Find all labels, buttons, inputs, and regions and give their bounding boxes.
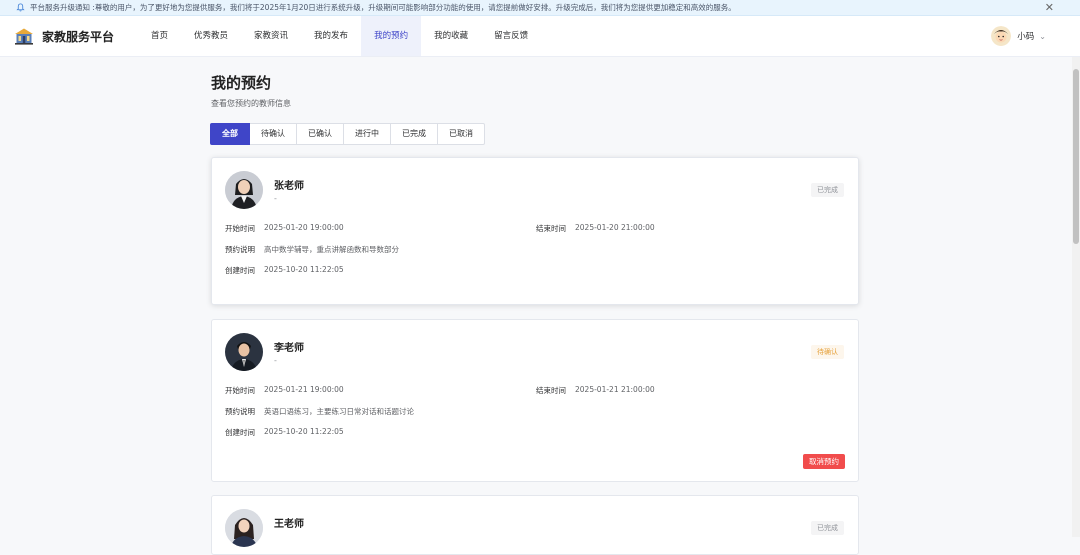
teacher-avatar — [225, 509, 263, 547]
status-badge: 已完成 — [811, 521, 844, 535]
chevron-down-icon: ⌄ — [1039, 31, 1046, 41]
user-avatar — [991, 26, 1012, 46]
description-value: 英语口语练习，主要练习日常对话和话题讨论 — [264, 407, 414, 416]
nav-home[interactable]: 首页 — [138, 16, 181, 56]
created-time-label: 创建时间 — [225, 428, 255, 437]
top-header: 家教服务平台 首页 优秀教员 家教资讯 我的发布 我的预约 我的收藏 留言反馈 … — [0, 16, 1080, 57]
nav-my-appointments[interactable]: 我的预约 — [361, 16, 422, 56]
page-subtitle: 查看您预约的教师信息 — [211, 99, 291, 108]
teacher-name: 李老师 — [274, 343, 304, 354]
teacher-subject: - — [274, 356, 277, 365]
tab-confirmed[interactable]: 已确认 — [297, 123, 344, 145]
description-value: 高中数学辅导，重点讲解函数和导数部分 — [264, 245, 399, 254]
status-filter-tabs: 全部 待确认 已确认 进行中 已完成 已取消 — [210, 123, 485, 145]
created-time-value: 2025-10-20 11:22:05 — [264, 265, 344, 274]
scrollbar-thumb[interactable] — [1073, 69, 1079, 244]
appointment-card: 张老师 - 已完成 开始时间 2025-01-20 19:00:00 结束时间 … — [211, 157, 859, 305]
created-time-value: 2025-10-20 11:22:05 — [264, 427, 344, 436]
notice-text: 平台服务升级通知 :尊敬的用户，为了更好地为您提供服务，我们将于2025年1月2… — [30, 3, 736, 12]
page-scrollbar[interactable] — [1072, 57, 1080, 537]
description-label: 预约说明 — [225, 407, 255, 416]
start-time-label: 开始时间 — [225, 224, 255, 233]
user-menu[interactable]: 小码 ⌄ — [991, 25, 1046, 47]
notice-bar: 平台服务升级通知 :尊敬的用户，为了更好地为您提供服务，我们将于2025年1月2… — [0, 0, 1080, 16]
nav-news[interactable]: 家教资讯 — [241, 16, 301, 56]
user-name: 小码 — [1017, 32, 1035, 42]
tab-cancelled[interactable]: 已取消 — [438, 123, 485, 145]
bell-icon — [16, 3, 25, 12]
start-time-value: 2025-01-21 19:00:00 — [264, 385, 344, 394]
teacher-avatar — [225, 333, 263, 371]
nav-teachers[interactable]: 优秀教员 — [181, 16, 241, 56]
tab-in-progress[interactable]: 进行中 — [344, 123, 391, 145]
nav-feedback[interactable]: 留言反馈 — [481, 16, 541, 56]
tab-all[interactable]: 全部 — [210, 123, 250, 145]
brand-name: 家教服务平台 — [42, 30, 115, 44]
appointment-card: 王老师 已完成 — [211, 495, 859, 555]
end-time-value: 2025-01-20 21:00:00 — [575, 223, 655, 232]
main-nav: 首页 优秀教员 家教资讯 我的发布 我的预约 我的收藏 留言反馈 — [138, 16, 541, 56]
nav-favorites[interactable]: 我的收藏 — [421, 16, 481, 56]
close-icon[interactable]: ✕ — [1045, 0, 1054, 15]
nav-my-posts[interactable]: 我的发布 — [301, 16, 361, 56]
description-label: 预约说明 — [225, 245, 255, 254]
end-time-label: 结束时间 — [536, 386, 566, 395]
tab-completed[interactable]: 已完成 — [391, 123, 438, 145]
teacher-subject: - — [274, 194, 277, 203]
cancel-appointment-button[interactable]: 取消预约 — [803, 454, 845, 469]
end-time-value: 2025-01-21 21:00:00 — [575, 385, 655, 394]
end-time-label: 结束时间 — [536, 224, 566, 233]
teacher-name: 张老师 — [274, 181, 304, 192]
status-badge: 已完成 — [811, 183, 844, 197]
teacher-avatar — [225, 171, 263, 209]
status-badge: 待确认 — [811, 345, 844, 359]
page-title: 我的预约 — [211, 74, 272, 92]
teacher-name: 王老师 — [274, 519, 304, 530]
school-logo-icon — [15, 28, 33, 45]
tab-pending[interactable]: 待确认 — [250, 123, 297, 145]
appointment-card: 李老师 - 待确认 开始时间 2025-01-21 19:00:00 结束时间 … — [211, 319, 859, 482]
start-time-label: 开始时间 — [225, 386, 255, 395]
created-time-label: 创建时间 — [225, 266, 255, 275]
start-time-value: 2025-01-20 19:00:00 — [264, 223, 344, 232]
